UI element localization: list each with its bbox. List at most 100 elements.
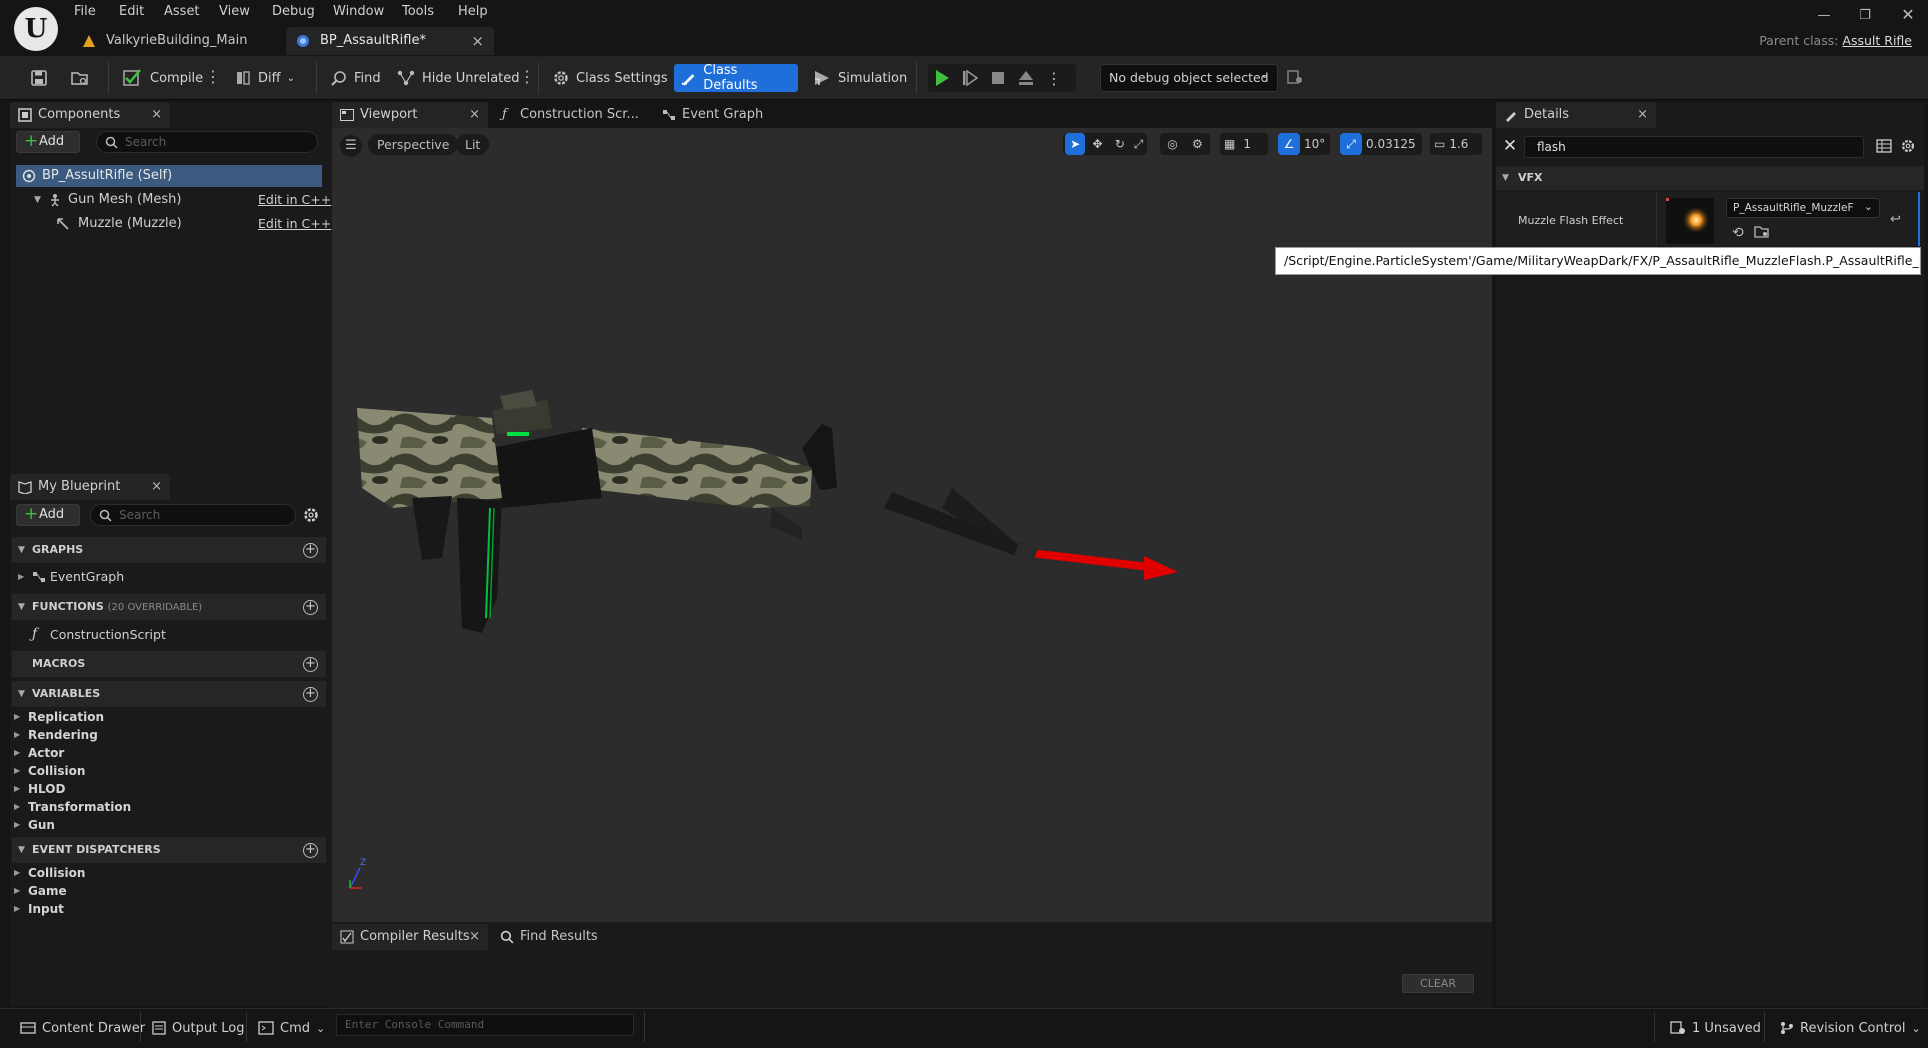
section-variables[interactable]: ▼ VARIABLES + bbox=[12, 681, 326, 707]
scale-snap[interactable]: ⤢ 0.03125 bbox=[1340, 133, 1422, 155]
restore-icon[interactable]: ❐ bbox=[1855, 8, 1875, 24]
collapse-arrow-icon[interactable]: ▼ bbox=[18, 681, 25, 707]
dispatcher-category-collision[interactable]: Collision bbox=[8, 864, 85, 882]
particle-thumbnail[interactable] bbox=[1666, 198, 1714, 244]
rotation-snap[interactable]: ∠ 10° bbox=[1278, 133, 1330, 155]
play-options-icon[interactable]: ⋮ bbox=[1046, 69, 1062, 88]
doc-tab-blueprint[interactable]: BP_AssaultRifle* × bbox=[286, 27, 494, 55]
section-graphs[interactable]: ▼ GRAPHS + bbox=[12, 537, 326, 563]
add-function-icon[interactable]: + bbox=[303, 600, 318, 615]
menu-file[interactable]: File bbox=[74, 4, 96, 19]
add-macro-icon[interactable]: + bbox=[303, 657, 318, 672]
simulation-button[interactable]: Simulation bbox=[806, 64, 913, 92]
unsaved-button[interactable]: 1 Unsaved bbox=[1664, 1016, 1767, 1040]
collapse-arrow-icon[interactable]: ▼ bbox=[1502, 166, 1509, 190]
debug-filter-icon[interactable] bbox=[1286, 68, 1304, 86]
details-search-input[interactable]: flash bbox=[1524, 136, 1864, 158]
blueprint-search-input[interactable]: Search bbox=[90, 504, 296, 526]
grid-snap[interactable]: ▦ 1 bbox=[1220, 133, 1268, 155]
variable-category-rendering[interactable]: Rendering bbox=[8, 726, 98, 744]
unreal-logo[interactable]: U bbox=[14, 7, 58, 51]
find-button[interactable]: Find bbox=[324, 64, 387, 92]
surface-snap-icon[interactable]: ⚙ bbox=[1192, 137, 1203, 151]
close-window-icon[interactable]: ✕ bbox=[1898, 5, 1918, 24]
graph-item-eventgraph[interactable]: EventGraph bbox=[12, 568, 312, 586]
menu-edit[interactable]: Edit bbox=[119, 4, 144, 19]
use-selected-icon[interactable]: ⟲ bbox=[1732, 225, 1744, 241]
components-add-button[interactable]: Add bbox=[16, 131, 80, 153]
my-blueprint-tab[interactable]: My Blueprint × bbox=[10, 474, 170, 500]
edit-in-cpp-link[interactable]: Edit in C++ bbox=[258, 192, 331, 207]
property-matrix-icon[interactable] bbox=[1876, 138, 1892, 154]
play-icon[interactable] bbox=[934, 69, 950, 87]
blueprint-settings-gear-icon[interactable] bbox=[302, 506, 320, 524]
doc-tab-level[interactable]: ValkyrieBuilding_Main bbox=[72, 27, 282, 55]
compile-options-icon[interactable]: ⋮ bbox=[205, 66, 221, 88]
section-functions[interactable]: ▼ FUNCTIONS (20 OVERRIDABLE) + bbox=[12, 594, 326, 620]
eject-icon[interactable] bbox=[1018, 69, 1034, 87]
details-settings-gear-icon[interactable] bbox=[1900, 138, 1916, 154]
tab-construction-script[interactable]: ƒ Construction Scr... bbox=[500, 102, 639, 128]
expand-arrow-icon[interactable]: ▼ bbox=[34, 190, 41, 210]
browse-button[interactable] bbox=[64, 64, 96, 92]
close-icon[interactable]: × bbox=[469, 102, 480, 128]
component-item-self[interactable]: BP_AssultRifle (Self) bbox=[16, 165, 322, 187]
menu-debug[interactable]: Debug bbox=[272, 4, 315, 19]
parent-class-link[interactable]: Assult Rifle bbox=[1842, 33, 1912, 48]
variable-category-gun[interactable]: Gun bbox=[8, 816, 55, 834]
diff-button[interactable]: Diff ⌄ bbox=[228, 64, 301, 92]
close-icon[interactable]: × bbox=[151, 474, 162, 500]
tab-find-results[interactable]: Find Results bbox=[498, 924, 598, 950]
compile-button[interactable]: Compile bbox=[116, 64, 209, 92]
doc-tab-close-icon[interactable]: × bbox=[471, 27, 484, 55]
dispatcher-category-input[interactable]: Input bbox=[8, 900, 64, 918]
stop-icon[interactable] bbox=[990, 69, 1006, 87]
variable-category-replication[interactable]: Replication bbox=[8, 708, 104, 726]
details-category-vfx[interactable]: ▼ VFX bbox=[1496, 166, 1924, 190]
world-local-icon[interactable]: ◎ bbox=[1167, 137, 1177, 151]
tab-viewport[interactable]: Viewport × bbox=[332, 102, 488, 128]
section-event-dispatchers[interactable]: ▼ EVENT DISPATCHERS + bbox=[12, 837, 326, 863]
console-command-input[interactable]: Enter Console Command bbox=[336, 1014, 634, 1036]
scale-icon[interactable]: ⤢ bbox=[1132, 137, 1145, 152]
menu-window[interactable]: Window bbox=[333, 4, 384, 19]
collapse-arrow-icon[interactable]: ▼ bbox=[18, 537, 25, 563]
menu-help[interactable]: Help bbox=[458, 4, 488, 19]
find-options-icon[interactable]: ⋮ bbox=[519, 66, 535, 88]
dispatcher-category-game[interactable]: Game bbox=[8, 882, 67, 900]
step-icon[interactable] bbox=[962, 69, 978, 87]
select-arrow-icon[interactable]: ➤ bbox=[1065, 133, 1086, 155]
variable-category-hlod[interactable]: HLOD bbox=[8, 780, 65, 798]
variable-category-transformation[interactable]: Transformation bbox=[8, 798, 131, 816]
revision-control-button[interactable]: Revision Control ⌄ bbox=[1774, 1016, 1927, 1040]
clear-search-icon[interactable]: ✕ bbox=[1500, 136, 1520, 156]
translate-icon[interactable]: ✥ bbox=[1087, 137, 1107, 151]
debug-object-select[interactable]: No debug object selected ⌄ bbox=[1100, 64, 1278, 92]
close-icon[interactable]: × bbox=[151, 102, 162, 128]
reset-to-default-icon[interactable]: ↩ bbox=[1890, 212, 1901, 227]
collapse-arrow-icon[interactable]: ▼ bbox=[18, 594, 25, 620]
cmd-dropdown[interactable]: Cmd ⌄ bbox=[252, 1016, 331, 1040]
browse-asset-icon[interactable] bbox=[1754, 224, 1770, 238]
components-tab[interactable]: Components × bbox=[10, 102, 170, 128]
variable-category-actor[interactable]: Actor bbox=[8, 744, 64, 762]
section-macros[interactable]: MACROS + bbox=[12, 651, 326, 677]
add-graph-icon[interactable]: + bbox=[303, 543, 318, 558]
class-settings-button[interactable]: Class Settings bbox=[546, 64, 674, 92]
clear-button[interactable]: CLEAR bbox=[1402, 974, 1474, 993]
add-variable-icon[interactable]: + bbox=[303, 687, 318, 702]
close-icon[interactable]: × bbox=[1637, 102, 1648, 128]
components-search-input[interactable]: Search bbox=[96, 131, 318, 153]
save-button[interactable] bbox=[24, 64, 54, 92]
details-tab[interactable]: Details × bbox=[1496, 102, 1656, 128]
viewport-options-hamburger-icon[interactable]: ☰ bbox=[340, 135, 362, 157]
minimize-icon[interactable]: — bbox=[1814, 8, 1834, 24]
menu-asset[interactable]: Asset bbox=[164, 4, 200, 19]
tab-compiler-results[interactable]: Compiler Results × bbox=[332, 924, 488, 950]
rotate-icon[interactable]: ↻ bbox=[1110, 137, 1130, 151]
output-log-button[interactable]: Output Log bbox=[146, 1016, 251, 1040]
lit-button[interactable]: Lit bbox=[456, 134, 490, 155]
menu-tools[interactable]: Tools bbox=[402, 4, 434, 19]
tab-event-graph[interactable]: Event Graph bbox=[660, 102, 763, 128]
asset-picker-dropdown[interactable]: P_AssaultRifle_MuzzleF ⌄ bbox=[1726, 198, 1880, 218]
